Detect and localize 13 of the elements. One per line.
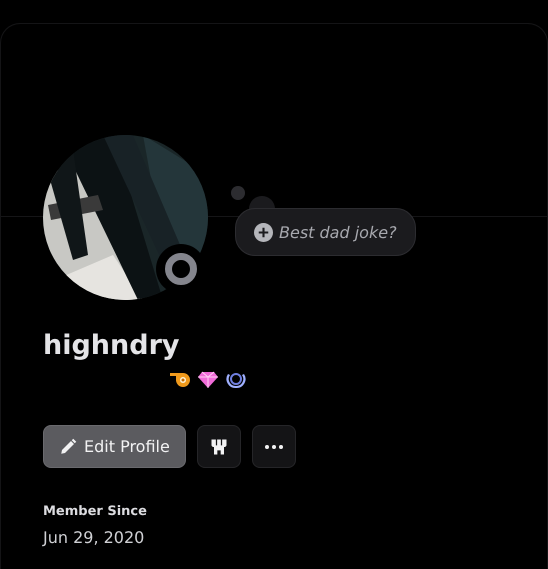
- username: highndry: [43, 330, 180, 361]
- pencil-icon: [59, 438, 77, 456]
- shop-button[interactable]: [196, 425, 241, 468]
- custom-status-placeholder: Best dad joke?: [279, 222, 397, 242]
- member-since-label: Member Since: [43, 504, 148, 519]
- edit-profile-button[interactable]: Edit Profile: [43, 425, 186, 468]
- add-icon: [254, 222, 273, 242]
- custom-status-bubble[interactable]: Best dad joke?: [235, 208, 416, 256]
- shop-icon: [208, 436, 229, 456]
- more-icon: [264, 444, 284, 450]
- member-since-date: Jun 29, 2020: [43, 528, 146, 547]
- thought-bubble-dot: [231, 186, 245, 200]
- more-button[interactable]: [252, 425, 296, 468]
